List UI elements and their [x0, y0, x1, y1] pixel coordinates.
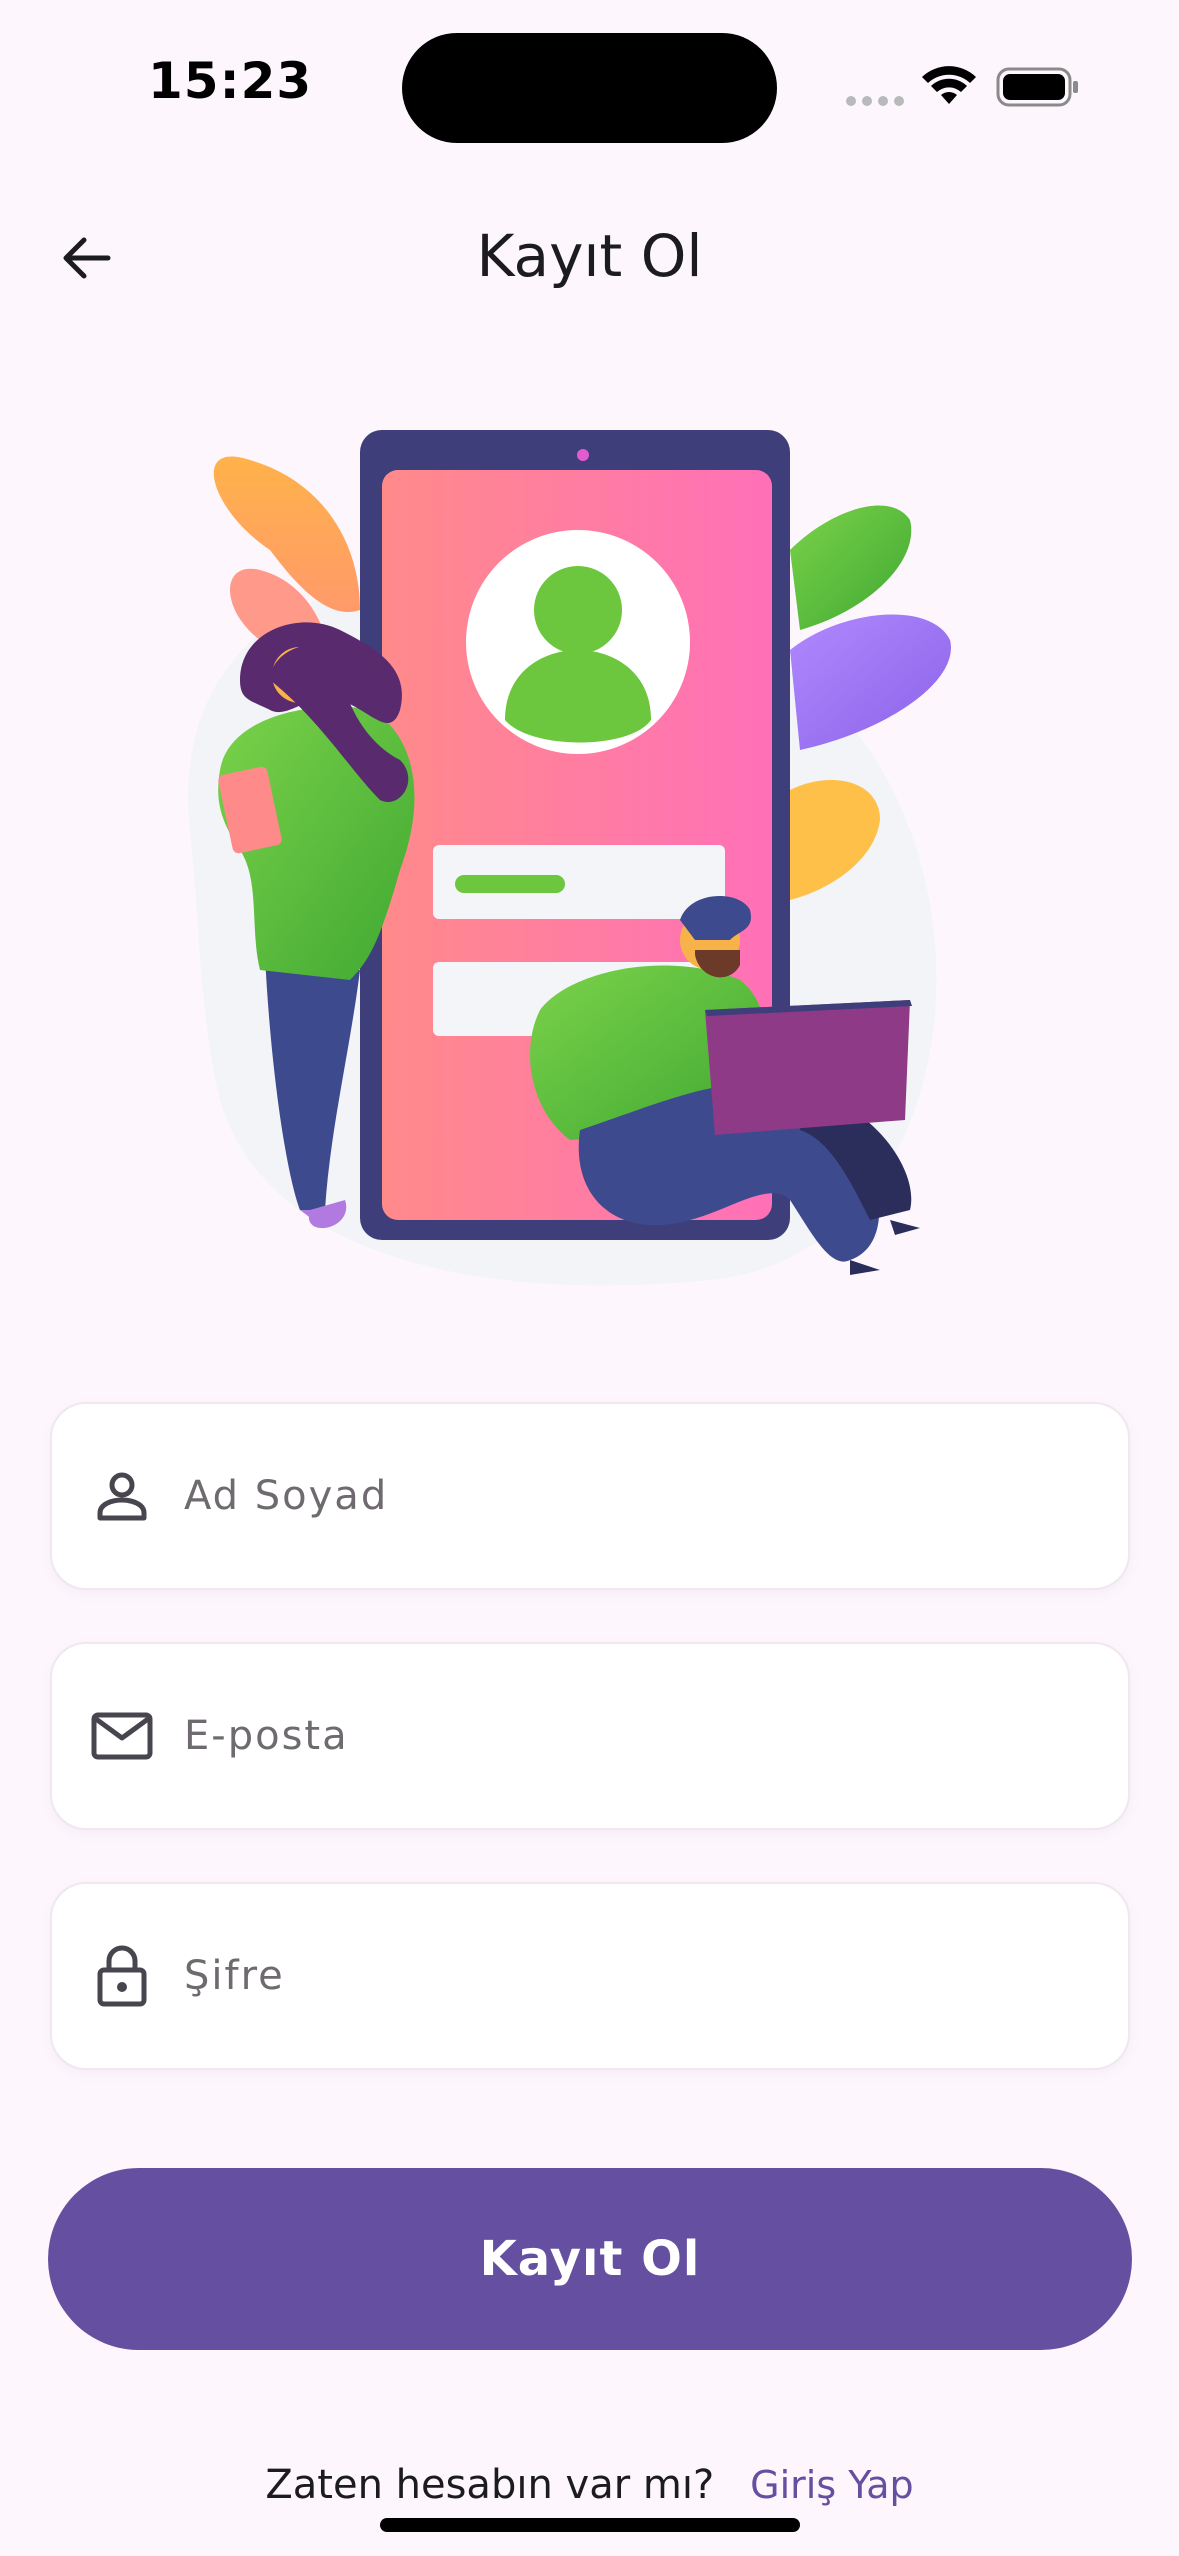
email-input[interactable]: [184, 1686, 1044, 1786]
page-title: Kayıt Ol: [476, 222, 703, 290]
status-time: 15:23: [148, 52, 313, 110]
lock-icon: [90, 1944, 154, 2008]
wifi-icon: [922, 66, 976, 104]
cellular-dots-icon: [846, 96, 904, 106]
person-icon: [90, 1464, 154, 1528]
login-prompt-text: Zaten hesabın var mı?: [265, 2462, 715, 2508]
register-button[interactable]: Kayıt Ol: [48, 2168, 1132, 2350]
battery-icon: [996, 67, 1078, 107]
dynamic-island: [402, 33, 777, 143]
login-prompt: Zaten hesabın var mı? Giriş Yap: [0, 2462, 1179, 2508]
email-field[interactable]: [50, 1642, 1130, 1830]
password-field[interactable]: [50, 1882, 1130, 2070]
full-name-field[interactable]: [50, 1402, 1130, 1590]
full-name-input[interactable]: [184, 1446, 1044, 1546]
status-bar: 15:23: [0, 0, 1179, 170]
mail-icon: [90, 1704, 154, 1768]
login-link[interactable]: Giriş Yap: [750, 2463, 913, 2507]
signup-illustration: [188, 430, 951, 1286]
password-input[interactable]: [184, 1926, 1044, 2026]
home-indicator: [380, 2518, 800, 2532]
